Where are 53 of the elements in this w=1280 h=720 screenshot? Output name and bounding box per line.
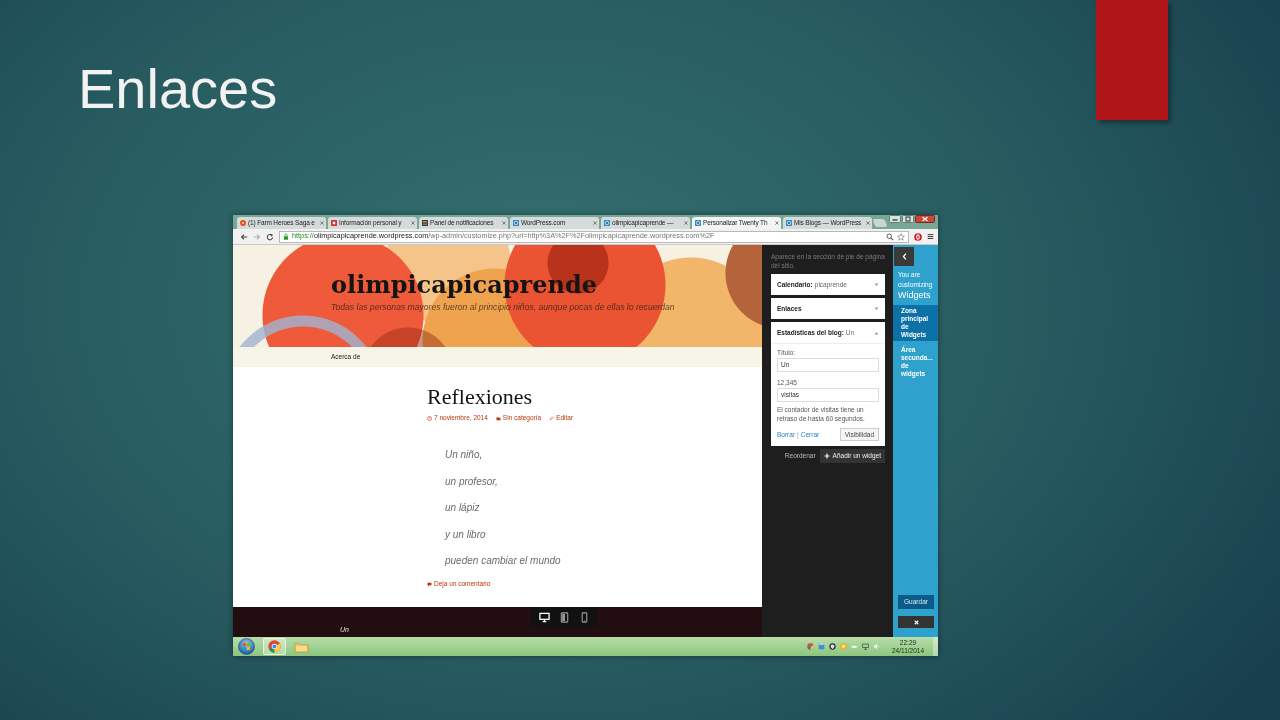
pencil-icon: [549, 415, 555, 421]
volume-icon[interactable]: [873, 643, 880, 650]
back-icon[interactable]: [240, 232, 248, 241]
reload-icon[interactable]: [266, 232, 274, 241]
start-orb-icon[interactable]: [238, 638, 255, 655]
caret-icon[interactable]: [874, 282, 879, 287]
post-title: Reflexiones: [427, 384, 534, 410]
close-button[interactable]: [898, 616, 934, 628]
poem-line: Un niño,: [445, 448, 484, 462]
arrow-icon[interactable]: [851, 643, 858, 650]
lock-icon: [283, 233, 289, 240]
favicon-icon: [331, 220, 337, 226]
shield-icon[interactable]: [829, 643, 836, 650]
section-title: Widgets: [897, 290, 932, 301]
favicon-icon: [695, 220, 701, 226]
new-tab-button[interactable]: [872, 219, 888, 227]
plus-icon: [823, 453, 830, 459]
browser-logo-icon[interactable]: [807, 643, 814, 650]
desktop-icon: [538, 611, 550, 623]
caret-icon[interactable]: [874, 306, 879, 311]
clock-icon: [427, 415, 432, 421]
taskbar-button[interactable]: [263, 638, 286, 655]
chevron-left-icon: [901, 253, 907, 260]
disc-icon[interactable]: [840, 643, 847, 650]
poem-line: pueden cambiar el mundo: [445, 554, 562, 568]
favicon-icon: [604, 220, 610, 226]
browser-logo-icon: [268, 640, 281, 653]
tablet-icon: [558, 611, 570, 623]
search-icon[interactable]: [886, 232, 894, 241]
poem-line: un profesor,: [445, 474, 499, 489]
speech-bubble-icon: [427, 581, 432, 587]
ring-icon[interactable]: [914, 232, 922, 241]
menu-icon[interactable]: [927, 233, 934, 240]
favicon-icon: [513, 220, 519, 226]
favicon-icon: [786, 220, 792, 226]
back-button[interactable]: [894, 247, 914, 266]
star-icon[interactable]: [897, 232, 905, 241]
maximize-icon[interactable]: [902, 215, 914, 223]
minimize-icon[interactable]: [889, 215, 901, 223]
caret-icon[interactable]: [874, 330, 879, 335]
folder-icon: [495, 415, 501, 421]
slide-title: Enlaces: [78, 56, 278, 122]
close-icon: [913, 619, 919, 625]
poem-line: un lápiz: [445, 501, 481, 515]
poem-line: y un libro: [445, 527, 487, 542]
box-icon[interactable]: [818, 643, 825, 650]
folder-icon: [294, 640, 309, 653]
favicon-icon: [422, 220, 428, 226]
site-title[interactable]: olimpicapicaprende: [331, 270, 762, 300]
forward-icon[interactable]: [253, 232, 261, 241]
monitor-icon[interactable]: [862, 643, 869, 650]
favicon-icon: [240, 220, 246, 226]
close-icon[interactable]: [915, 215, 935, 223]
